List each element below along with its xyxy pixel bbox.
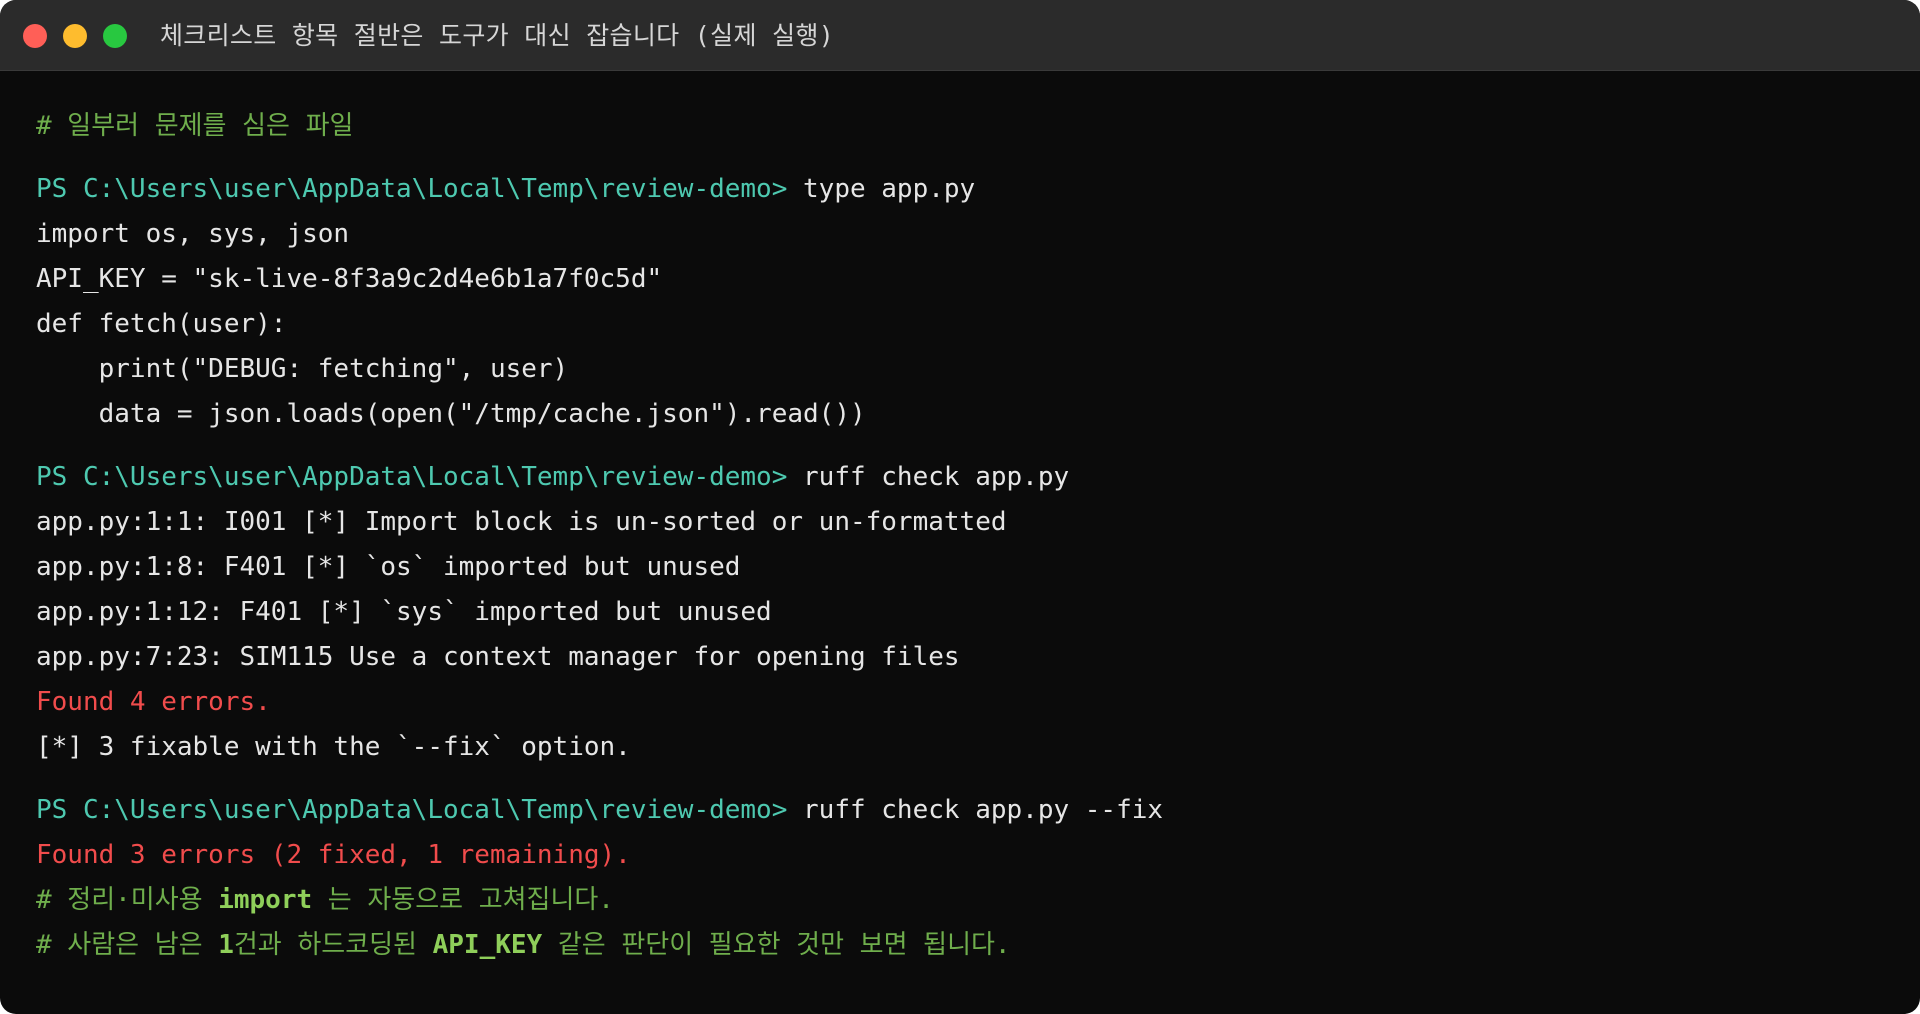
prompt-line: PS C:\Users\user\AppData\Local\Temp\revi…: [36, 455, 1896, 500]
lint-result-line: app.py:1:12: F401 [*] `sys` imported but…: [36, 597, 772, 627]
command-text: ruff check app.py: [803, 462, 1070, 492]
comment-text: # 사람은 남은: [36, 930, 219, 960]
output-line: print("DEBUG: fetching", user): [36, 354, 569, 384]
minimize-window-button[interactable]: [63, 24, 87, 48]
comment-line: # 일부러 문제를 심은 파일: [36, 111, 354, 141]
prompt-line: PS C:\Users\user\AppData\Local\Temp\revi…: [36, 788, 1896, 833]
output-line: data = json.loads(open("/tmp/cache.json"…: [36, 399, 866, 429]
fix-hint: [*] 3 fixable with the `--fix` option.: [36, 732, 631, 762]
comment-line: # 사람은 남은 1건과 하드코딩된 API_KEY 같은 판단이 필요한 것만…: [36, 923, 1896, 968]
comment-text: 같은 판단이 필요한 것만 보면 됩니다.: [542, 930, 1011, 960]
prompt-path: PS C:\Users\user\AppData\Local\Temp\revi…: [36, 174, 804, 204]
command-text: type app.py: [803, 174, 976, 204]
comment-keyword: 1: [218, 930, 234, 960]
comment-text: 는 자동으로 고쳐집니다.: [312, 885, 614, 915]
window-title: 체크리스트 항목 절반은 도구가 대신 잡습니다 (실제 실행): [160, 21, 835, 50]
prompt-path: PS C:\Users\user\AppData\Local\Temp\revi…: [36, 795, 804, 825]
lint-result-line: app.py:1:8: F401 [*] `os` imported but u…: [36, 552, 741, 582]
error-summary: Found 4 errors.: [36, 687, 271, 717]
command-text: ruff check app.py --fix: [803, 795, 1164, 825]
terminal-window: 체크리스트 항목 절반은 도구가 대신 잡습니다 (실제 실행) # 일부러 문…: [0, 0, 1920, 1014]
lint-result-line: app.py:1:1: I001 [*] Import block is un-…: [36, 507, 1007, 537]
prompt-line: PS C:\Users\user\AppData\Local\Temp\revi…: [36, 167, 1896, 212]
lint-result-line: app.py:7:23: SIM115 Use a context manage…: [36, 642, 960, 672]
comment-text: # 정리·미사용: [36, 885, 219, 915]
close-window-button[interactable]: [23, 24, 47, 48]
comment-keyword: API_KEY: [432, 930, 543, 960]
error-summary: Found 3 errors (2 fixed, 1 remaining).: [36, 840, 631, 870]
comment-keyword: import: [218, 885, 313, 915]
comment-line: # 정리·미사용 import 는 자동으로 고쳐집니다.: [36, 878, 1896, 923]
output-line: API_KEY = "sk-live-8f3a9c2d4e6b1a7f0c5d": [36, 264, 663, 294]
prompt-path: PS C:\Users\user\AppData\Local\Temp\revi…: [36, 462, 804, 492]
output-line: import os, sys, json: [36, 219, 350, 249]
maximize-window-button[interactable]: [103, 24, 127, 48]
terminal-output[interactable]: # 일부러 문제를 심은 파일 PS C:\Users\user\AppData…: [36, 104, 1896, 968]
comment-text: 건과 하드코딩된: [233, 930, 433, 960]
output-line: def fetch(user):: [36, 309, 287, 339]
title-bar: 체크리스트 항목 절반은 도구가 대신 잡습니다 (실제 실행): [0, 0, 1920, 71]
